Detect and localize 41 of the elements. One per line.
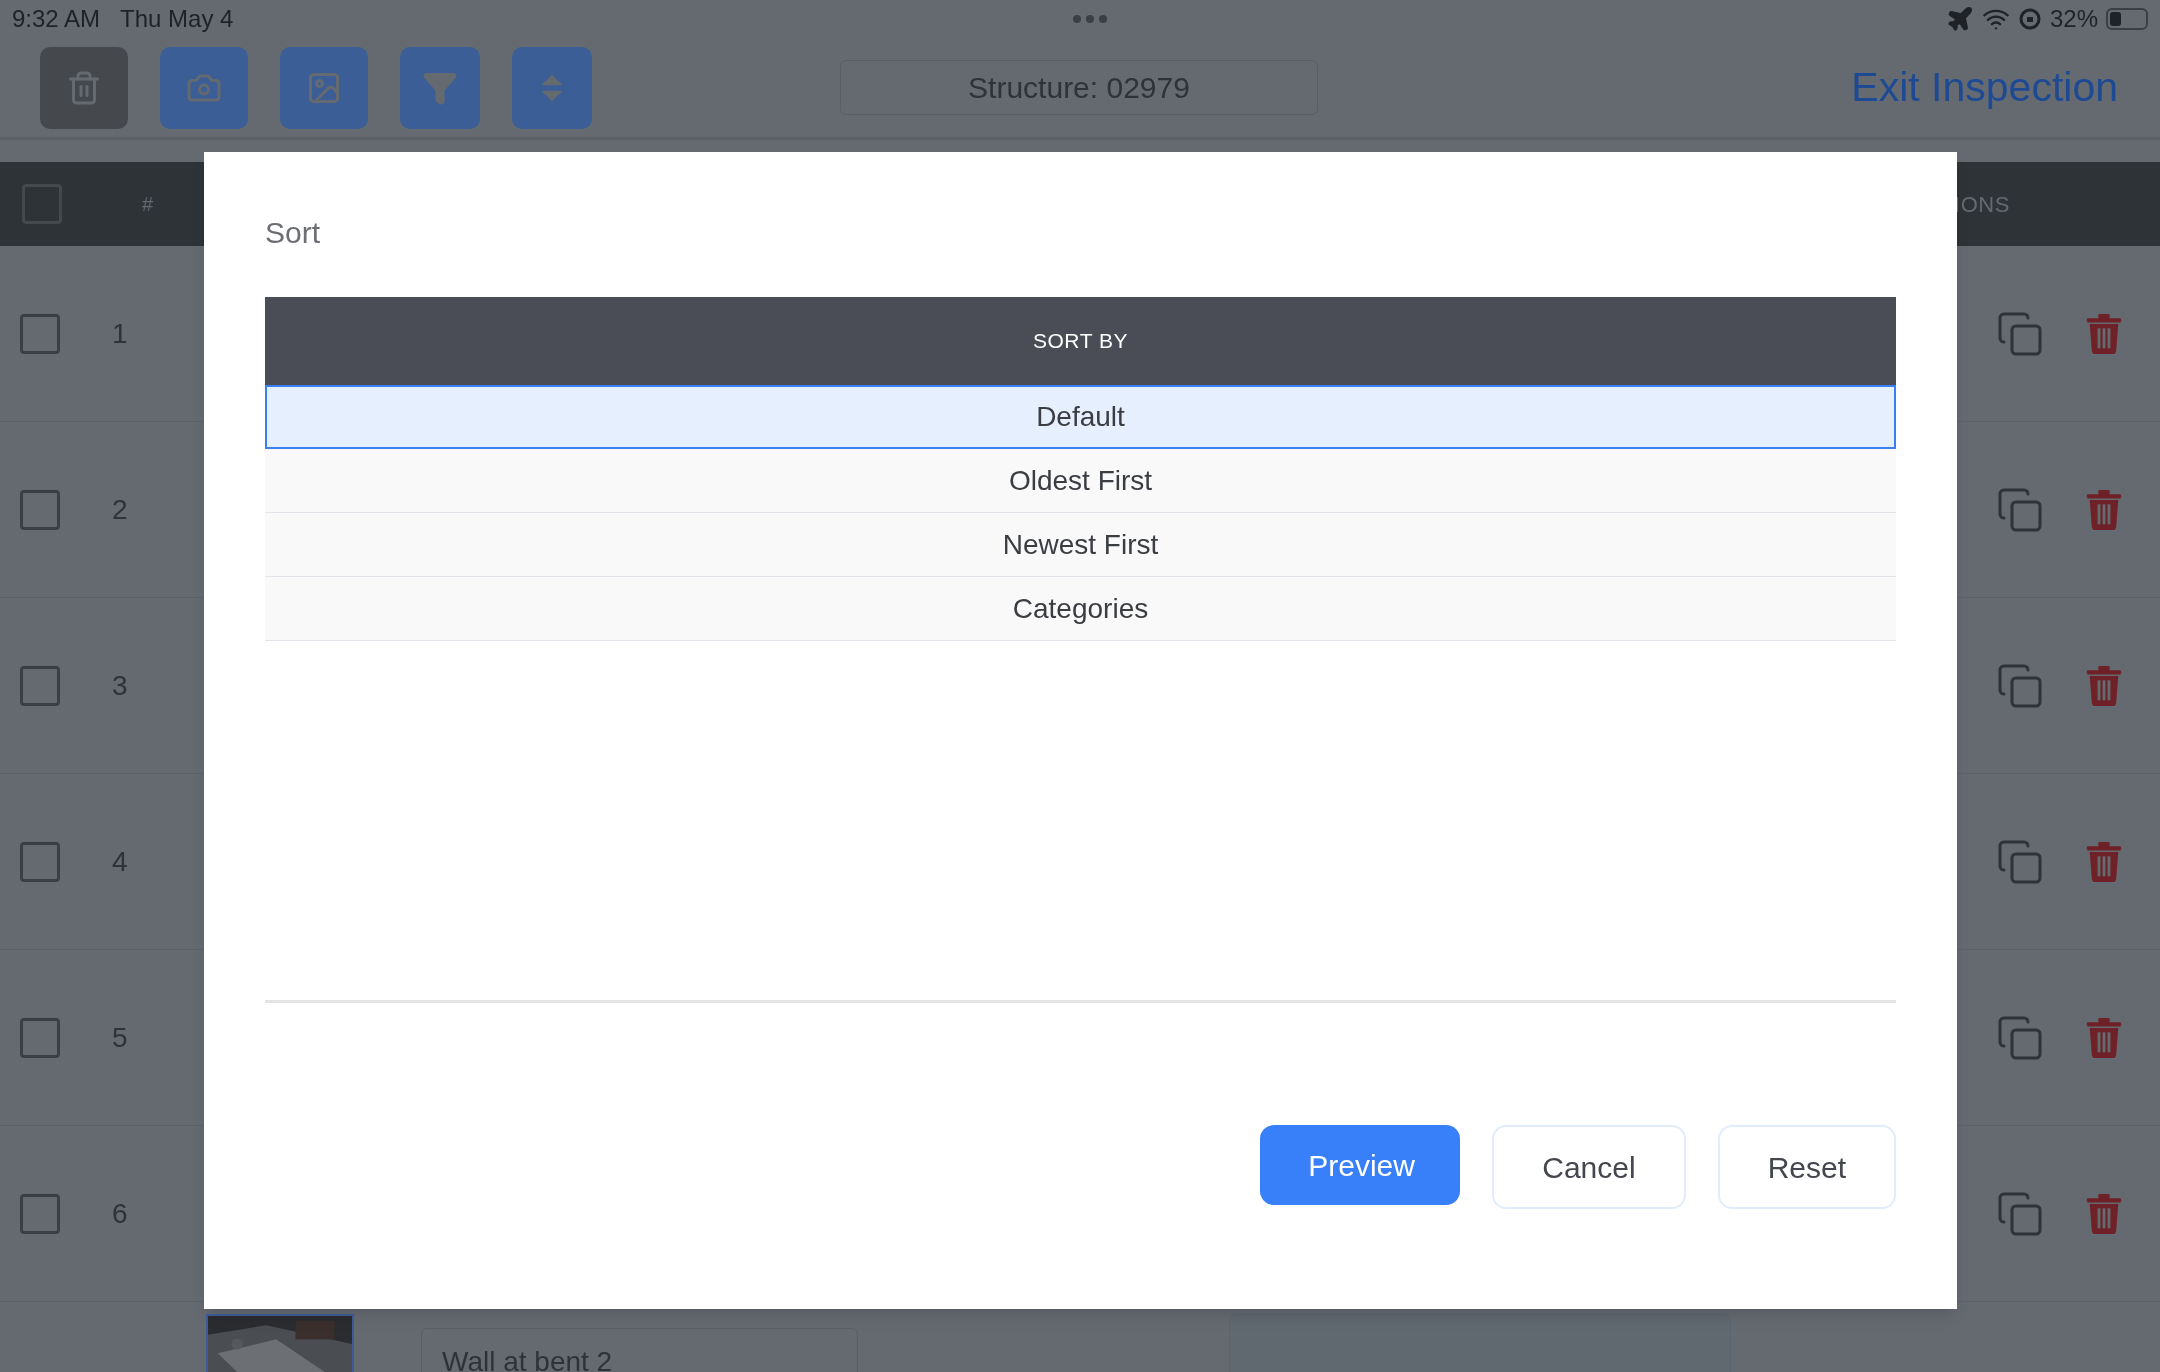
trash-icon[interactable] (2086, 489, 2122, 530)
airplane-icon (1945, 5, 1974, 33)
sort-button[interactable] (512, 46, 592, 129)
row-checkbox[interactable] (20, 665, 60, 706)
trash-icon[interactable] (2086, 665, 2122, 706)
sort-option[interactable]: Default (265, 385, 1896, 449)
trash-icon[interactable] (2086, 841, 2122, 882)
status-time: 9:32 AM (12, 4, 101, 34)
status-date: Thu May 4 (120, 4, 234, 34)
image-button[interactable] (280, 46, 368, 129)
battery-percent: 32% (2049, 4, 2098, 34)
row-number: 5 (112, 1020, 128, 1055)
dialog-action-button[interactable]: Cancel (1492, 1125, 1686, 1209)
camera-button[interactable] (160, 46, 248, 129)
row-checkbox[interactable] (20, 1017, 60, 1058)
dialog-action-button[interactable]: Preview (1260, 1125, 1461, 1205)
sort-option[interactable]: Newest First (265, 513, 1896, 577)
rotation-lock-icon (2017, 7, 2042, 31)
dialog-action-button[interactable]: Reset (1717, 1125, 1896, 1209)
row-checkbox[interactable] (20, 489, 60, 530)
filter-button[interactable] (400, 46, 480, 129)
row-number: 6 (112, 1196, 128, 1231)
column-header: # (142, 192, 154, 217)
sort-by-header: SORT BY (265, 297, 1896, 385)
multitask-dots-icon (1072, 15, 1107, 23)
sort-option[interactable]: Categories (265, 577, 1896, 641)
dialog-title: Sort (265, 215, 322, 251)
row-checkbox[interactable] (20, 313, 60, 354)
trash-icon[interactable] (2086, 1017, 2122, 1058)
row-number: 1 (112, 316, 128, 351)
sort-option[interactable]: Oldest First (265, 449, 1896, 513)
row-checkbox[interactable] (20, 841, 60, 882)
structure-field: Structure: 02979 (840, 60, 1318, 115)
trash-icon[interactable] (2086, 1193, 2122, 1234)
row-number: 4 (112, 844, 128, 879)
row-number: 2 (112, 492, 128, 527)
trash-icon[interactable] (2086, 313, 2122, 354)
row-checkbox[interactable] (20, 1193, 60, 1234)
trash-icon (66, 69, 102, 106)
row-number: 3 (112, 668, 128, 703)
battery-icon (2106, 8, 2148, 30)
